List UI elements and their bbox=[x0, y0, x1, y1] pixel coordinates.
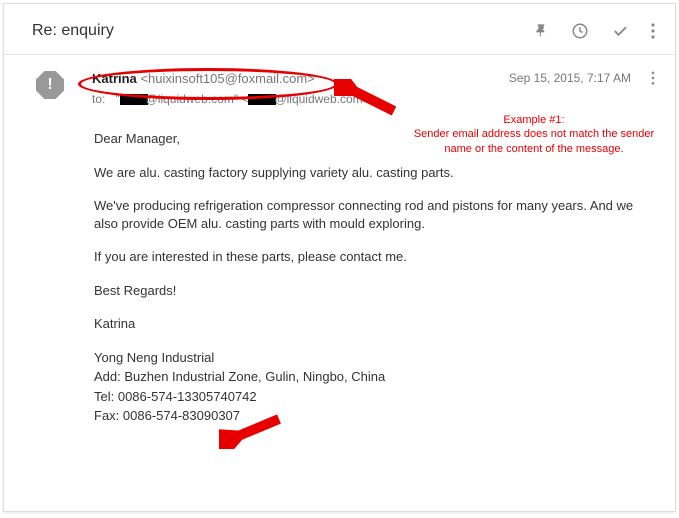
body-p2: We've producing refrigeration compressor… bbox=[94, 197, 655, 232]
more-icon[interactable] bbox=[651, 23, 655, 39]
body-p1: We are alu. casting factory supplying va… bbox=[94, 164, 655, 182]
redacted-block bbox=[248, 94, 276, 105]
body-addr: Add: Buzhen Industrial Zone, Gulin, Ning… bbox=[94, 368, 655, 386]
redacted-block bbox=[120, 94, 148, 105]
to-label: to: bbox=[92, 92, 105, 106]
body-p4: Best Regards! bbox=[94, 282, 655, 300]
sender-line: Katrina <huixinsoft105@foxmail.com> bbox=[92, 71, 509, 86]
message-more-icon[interactable] bbox=[651, 71, 655, 85]
email-body: Dear Manager, We are alu. casting factor… bbox=[4, 110, 675, 425]
header-actions bbox=[533, 22, 655, 40]
warning-icon: ! bbox=[47, 76, 52, 94]
check-icon[interactable] bbox=[611, 22, 629, 40]
sender-meta: ! Katrina <huixinsoft105@foxmail.com> to… bbox=[4, 55, 675, 110]
timestamp: Sep 15, 2015, 7:17 AM bbox=[509, 71, 631, 85]
body-tel: Tel: 0086-574-13305740742 bbox=[94, 388, 655, 406]
body-greeting: Dear Manager, bbox=[94, 130, 655, 148]
avatar: ! bbox=[36, 71, 72, 95]
pin-icon[interactable] bbox=[533, 23, 549, 39]
clock-icon[interactable] bbox=[571, 22, 589, 40]
email-subject: Re: enquiry bbox=[32, 22, 114, 40]
sender-name: Katrina bbox=[92, 71, 137, 86]
body-p5: Katrina bbox=[94, 315, 655, 333]
recipient-line: to: "@liquidweb.com" <@liquidweb.com> bbox=[92, 92, 509, 106]
email-header: Re: enquiry bbox=[4, 4, 675, 55]
body-p3: If you are interested in these parts, pl… bbox=[94, 248, 655, 266]
body-company: Yong Neng Industrial bbox=[94, 349, 655, 367]
sender-email: <huixinsoft105@foxmail.com> bbox=[140, 71, 314, 86]
body-fax: Fax: 0086-574-83090307 bbox=[94, 407, 655, 425]
